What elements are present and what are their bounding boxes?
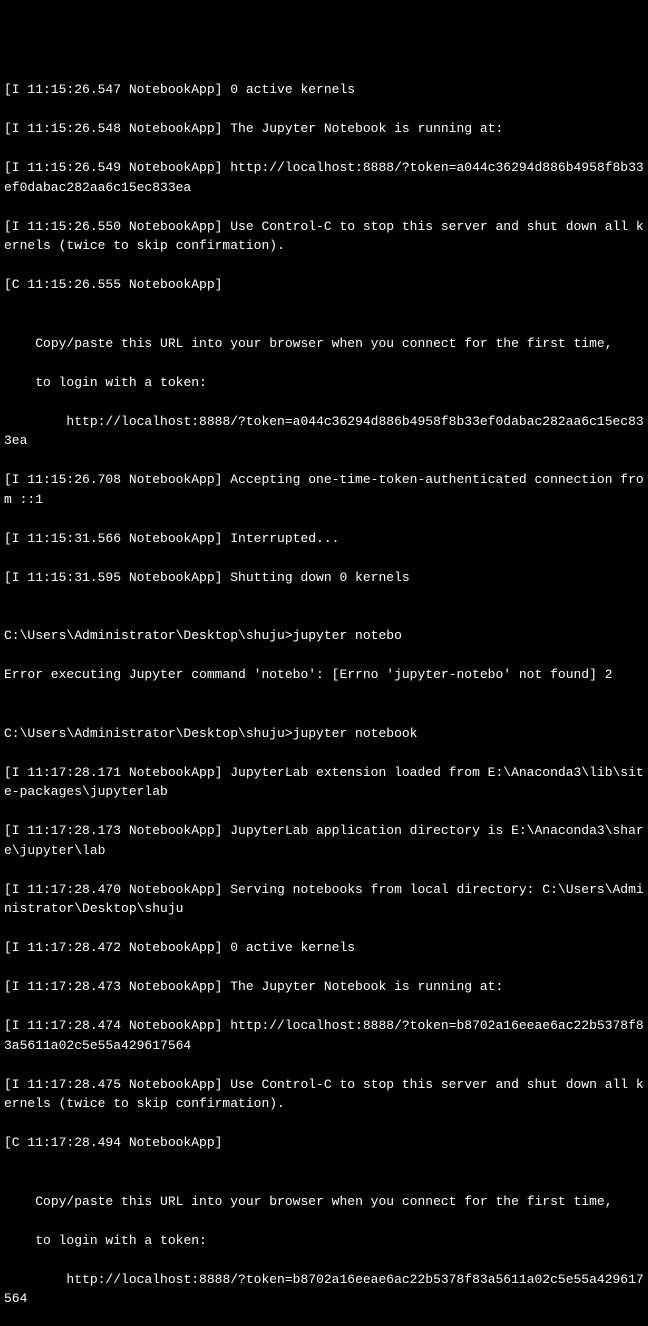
terminal-line: [I 11:17:28.171 NotebookApp] JupyterLab … [4, 763, 644, 802]
terminal-line: [I 11:15:26.549 NotebookApp] http://loca… [4, 158, 644, 197]
terminal-line: [I 11:17:28.173 NotebookApp] JupyterLab … [4, 821, 644, 860]
terminal-line: [I 11:15:26.547 NotebookApp] 0 active ke… [4, 80, 644, 100]
terminal-line: [I 11:15:31.566 NotebookApp] Interrupted… [4, 529, 644, 549]
command-prompt: C:\Users\Administrator\Desktop\shuju>jup… [4, 626, 644, 646]
terminal-line: Copy/paste this URL into your browser wh… [4, 1192, 644, 1212]
terminal-line: [I 11:15:26.548 NotebookApp] The Jupyter… [4, 119, 644, 139]
terminal-line: [I 11:17:28.474 NotebookApp] http://loca… [4, 1016, 644, 1055]
terminal-line: [I 11:17:28.470 NotebookApp] Serving not… [4, 880, 644, 919]
terminal-line: to login with a token: [4, 1231, 644, 1251]
terminal-line: [C 11:17:28.494 NotebookApp] [4, 1133, 644, 1153]
terminal-line: Copy/paste this URL into your browser wh… [4, 334, 644, 354]
terminal-line: [C 11:15:26.555 NotebookApp] [4, 275, 644, 295]
terminal-line: [I 11:17:28.472 NotebookApp] 0 active ke… [4, 938, 644, 958]
error-line: Error executing Jupyter command 'notebo'… [4, 665, 644, 685]
terminal-line: to login with a token: [4, 373, 644, 393]
terminal-line: [I 11:15:31.595 NotebookApp] Shutting do… [4, 568, 644, 588]
terminal-line: [I 11:17:28.473 NotebookApp] The Jupyter… [4, 977, 644, 997]
terminal-line: [I 11:15:26.550 NotebookApp] Use Control… [4, 217, 644, 256]
terminal-line: [I 11:17:28.475 NotebookApp] Use Control… [4, 1075, 644, 1114]
terminal-line: http://localhost:8888/?token=b8702a16eea… [4, 1270, 644, 1309]
terminal-line: http://localhost:8888/?token=a044c36294d… [4, 412, 644, 451]
terminal-line: [I 11:15:26.708 NotebookApp] Accepting o… [4, 470, 644, 509]
command-prompt: C:\Users\Administrator\Desktop\shuju>jup… [4, 724, 644, 744]
